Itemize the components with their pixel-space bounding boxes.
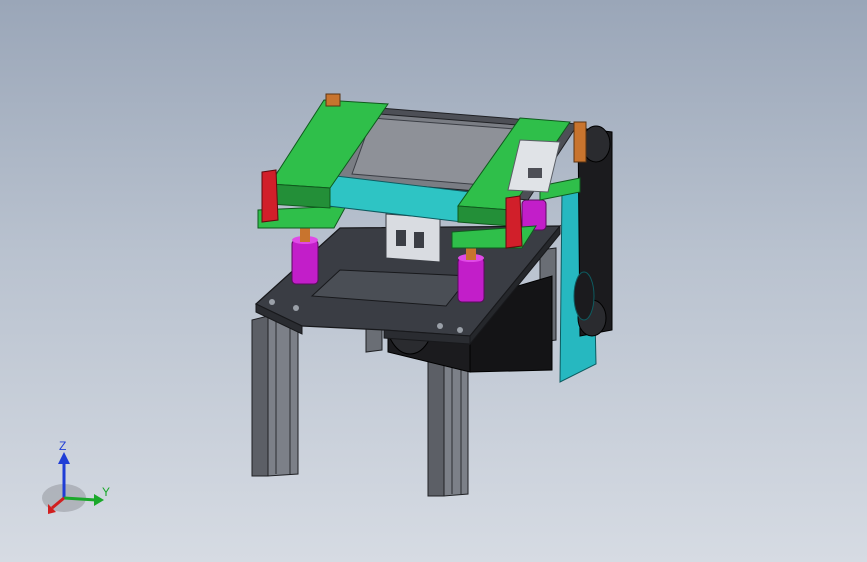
conveyor-assembly-model[interactable] — [0, 0, 867, 562]
z-arrowhead — [58, 452, 70, 464]
graphics-viewport[interactable]: Z Y — [0, 0, 867, 562]
y-axis-arrow — [63, 496, 97, 502]
y-axis-label: Y — [102, 485, 110, 499]
center-mounting-block — [385, 213, 441, 263]
side-belt-drive — [559, 125, 613, 383]
coordinate-triad: Z Y — [42, 440, 110, 514]
z-axis-label: Z — [59, 440, 66, 453]
